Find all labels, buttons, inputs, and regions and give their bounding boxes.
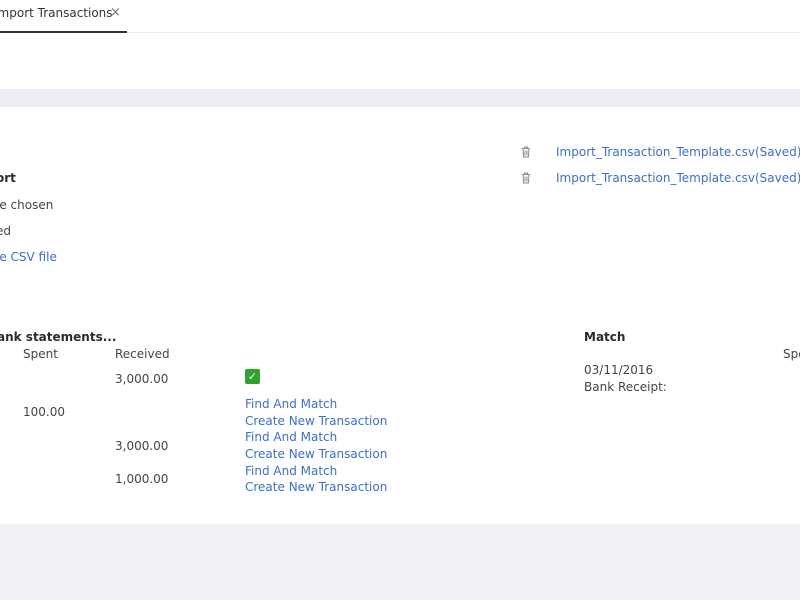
- match-heading: Match: [584, 330, 626, 344]
- tab-label: Import Transactions: [0, 6, 113, 20]
- match-type: Bank Receipt:: [584, 380, 667, 394]
- create-new-transaction-link[interactable]: Create New Transaction: [245, 414, 387, 428]
- row-received-value: 3,000.00: [115, 372, 169, 386]
- tab-bar: Import Transactions ×: [0, 0, 800, 33]
- column-header-spent: Spent: [23, 347, 58, 361]
- match-date: 03/11/2016: [584, 363, 654, 377]
- create-new-transaction-link[interactable]: Create New Transaction: [245, 480, 387, 494]
- statements-heading: ank statements...: [0, 330, 117, 344]
- row-received-value: 1,000.00: [115, 472, 169, 486]
- close-icon[interactable]: ×: [110, 5, 121, 20]
- matched-check-icon[interactable]: ✓: [245, 369, 260, 384]
- create-new-transaction-link[interactable]: Create New Transaction: [245, 447, 387, 461]
- file-chosen-text: le chosen: [0, 198, 54, 212]
- find-and-match-link[interactable]: Find And Match: [245, 464, 337, 478]
- trash-icon[interactable]: [521, 172, 531, 184]
- saved-file-link[interactable]: Import_Transaction_Template.csv(Saved): [556, 171, 800, 185]
- import-heading: ort: [0, 171, 16, 185]
- import-panel: ort le chosen ed le CSV file Import_Tran…: [0, 107, 800, 524]
- find-and-match-link[interactable]: Find And Match: [245, 430, 337, 444]
- trash-icon[interactable]: [521, 146, 531, 158]
- toolbar-area: [0, 33, 800, 89]
- saved-file-link[interactable]: Import_Transaction_Template.csv(Saved): [556, 145, 800, 159]
- row-received-value: 3,000.00: [115, 439, 169, 453]
- row-spent-value: 100.00: [23, 405, 65, 419]
- section-divider: [0, 89, 800, 107]
- tab-import-transactions[interactable]: Import Transactions ×: [0, 0, 127, 33]
- upload-status-text: ed: [0, 224, 11, 238]
- sample-csv-link[interactable]: le CSV file: [0, 250, 57, 264]
- find-and-match-link[interactable]: Find And Match: [245, 397, 337, 411]
- column-header-received: Received: [115, 347, 170, 361]
- match-column-spent: Spe: [783, 347, 800, 361]
